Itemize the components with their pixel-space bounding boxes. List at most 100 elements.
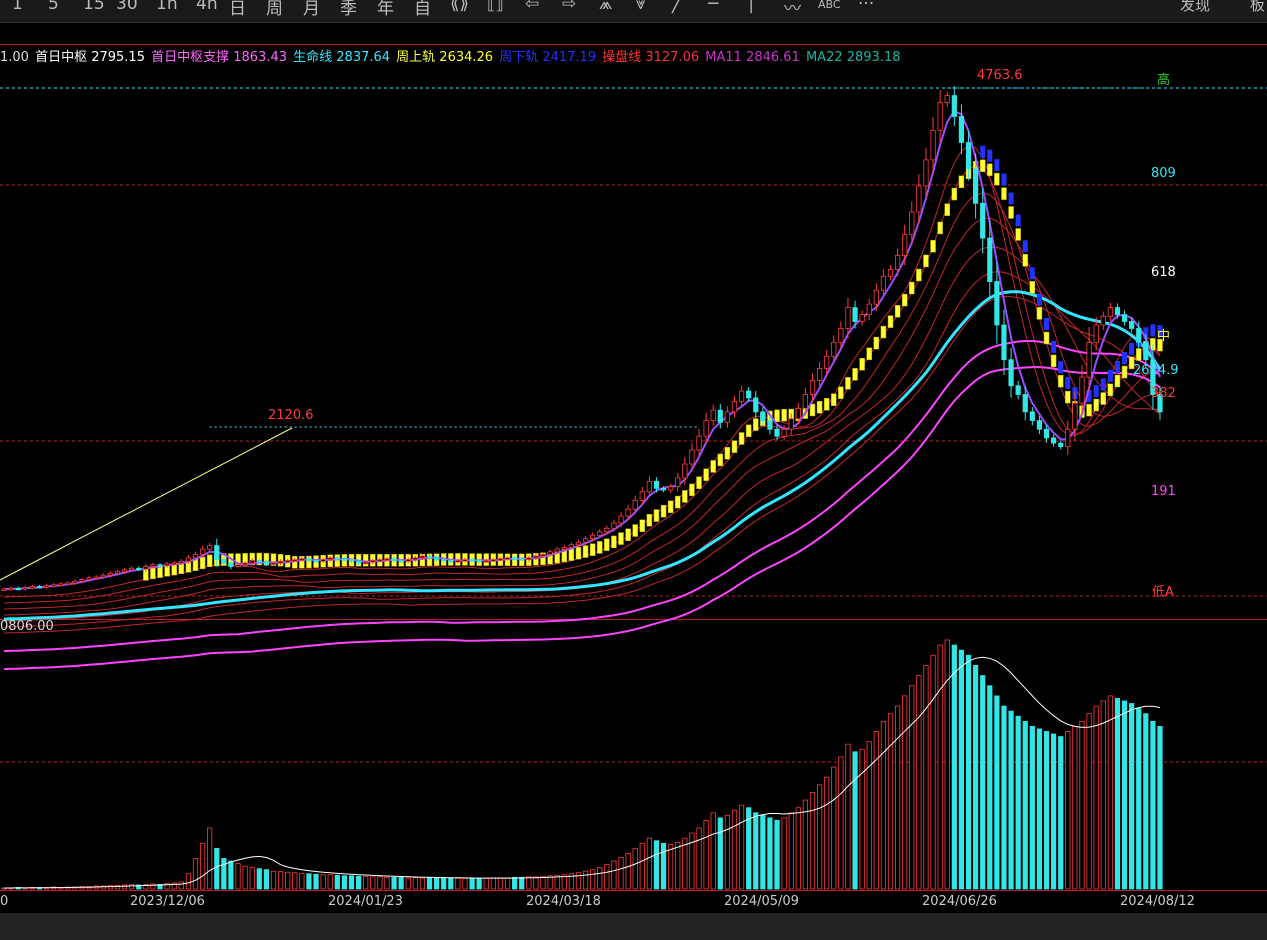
candle-body xyxy=(703,420,709,437)
lifeline xyxy=(3,290,1162,621)
week-upper-band-mark xyxy=(731,440,738,453)
candle-body xyxy=(448,560,454,563)
ma-fan-line xyxy=(3,165,1161,604)
volume-bar xyxy=(348,875,355,890)
volume-bar xyxy=(1043,731,1050,890)
week-upper-band-mark xyxy=(901,293,908,307)
candle-body xyxy=(36,586,43,589)
candle-body xyxy=(951,95,957,117)
week-upper-band-mark xyxy=(781,408,787,422)
candle-body xyxy=(653,480,660,489)
candle-body xyxy=(788,418,794,430)
volume-bar xyxy=(1072,725,1078,890)
week-upper-band-mark xyxy=(958,175,965,188)
volume-bar xyxy=(1143,713,1149,890)
candle-body xyxy=(299,558,305,561)
volume-bar xyxy=(412,877,418,890)
volume-bar xyxy=(1065,731,1071,890)
candle-body xyxy=(887,268,894,277)
volume-bar xyxy=(611,860,617,890)
candle-body xyxy=(207,545,213,550)
week-lower-band-mark xyxy=(1015,214,1021,227)
candle-body xyxy=(802,394,808,409)
candle-body xyxy=(256,560,262,563)
week-upper-band-mark xyxy=(625,528,631,542)
candle-body xyxy=(554,548,560,553)
volume-bar xyxy=(171,882,177,890)
volume-bar xyxy=(958,649,965,890)
candle-body xyxy=(100,574,106,578)
week-upper-band-mark xyxy=(646,514,653,527)
candle-body xyxy=(419,555,426,559)
candle-body xyxy=(660,487,667,491)
week-upper-band-mark xyxy=(582,545,589,558)
week-upper-band-mark xyxy=(1036,307,1043,320)
volume-bar xyxy=(533,876,539,890)
week-upper-band-mark xyxy=(703,468,709,481)
week-upper-band-mark xyxy=(987,163,993,176)
candle-body xyxy=(987,237,993,282)
week-upper-band-mark xyxy=(1015,228,1021,241)
volume-bar xyxy=(1022,720,1028,890)
candle-body xyxy=(618,515,624,524)
candle-body xyxy=(1036,420,1043,430)
week-upper-band-mark xyxy=(1029,281,1036,294)
volume-bar xyxy=(526,876,532,890)
volume-bar xyxy=(1051,733,1057,890)
candle-body xyxy=(824,355,830,369)
week-lower-band-mark xyxy=(1029,267,1035,280)
volume-bar xyxy=(646,837,652,890)
week-lower-band-mark xyxy=(1100,378,1106,391)
volume-bar xyxy=(547,875,553,890)
volume-bar xyxy=(987,685,993,890)
candle-body xyxy=(1093,324,1099,343)
candle-body xyxy=(717,409,723,423)
week-upper-band-mark xyxy=(1114,374,1121,388)
candle-body xyxy=(916,185,922,213)
volume-bar xyxy=(660,842,667,890)
volume-bar xyxy=(1036,728,1043,890)
volume-bar xyxy=(767,817,773,890)
candle-body xyxy=(263,561,270,565)
candle-body xyxy=(185,557,191,562)
volume-bar xyxy=(299,872,305,890)
volume-bar xyxy=(1029,725,1035,890)
candle-body xyxy=(561,547,567,550)
week-upper-band-mark xyxy=(632,524,638,537)
candle-body xyxy=(348,559,355,562)
week-upper-band-mark xyxy=(1022,253,1029,267)
candle-body xyxy=(512,557,518,560)
volume-bar xyxy=(668,843,674,890)
volume-bar xyxy=(228,860,234,890)
candle-body xyxy=(873,289,879,305)
fib-low-label: 低A xyxy=(1152,585,1174,600)
week-lower-band-mark xyxy=(987,149,993,162)
candle-body xyxy=(199,548,206,555)
candle-body xyxy=(675,477,681,487)
x-tick: 2024/06/26 xyxy=(922,894,997,909)
candle-body xyxy=(270,562,277,565)
volume-bar xyxy=(965,654,972,890)
volume-bar xyxy=(760,814,766,890)
volume-bar xyxy=(320,874,326,890)
week-upper-band-mark xyxy=(618,532,624,545)
candle-body xyxy=(43,585,50,588)
fib-high-label: 高 xyxy=(1157,73,1171,88)
volume-bar xyxy=(334,874,340,890)
week-upper-band-mark xyxy=(1057,374,1064,388)
candle-body xyxy=(696,435,702,451)
week-upper-band-mark xyxy=(944,203,950,216)
x-tick: 2024/05/09 xyxy=(724,894,799,909)
candle-body xyxy=(178,560,184,564)
volume-bar xyxy=(483,877,489,890)
candle-body xyxy=(604,527,610,533)
week-upper-band-mark xyxy=(1008,206,1014,219)
volume-bar xyxy=(256,868,262,890)
candle-body xyxy=(228,562,234,567)
candle-body xyxy=(476,560,482,563)
week-upper-band-mark xyxy=(937,221,943,235)
volume-bar xyxy=(795,807,801,890)
candle-body xyxy=(590,534,596,540)
week-upper-band-mark xyxy=(653,509,660,522)
candle-body xyxy=(1058,442,1064,448)
